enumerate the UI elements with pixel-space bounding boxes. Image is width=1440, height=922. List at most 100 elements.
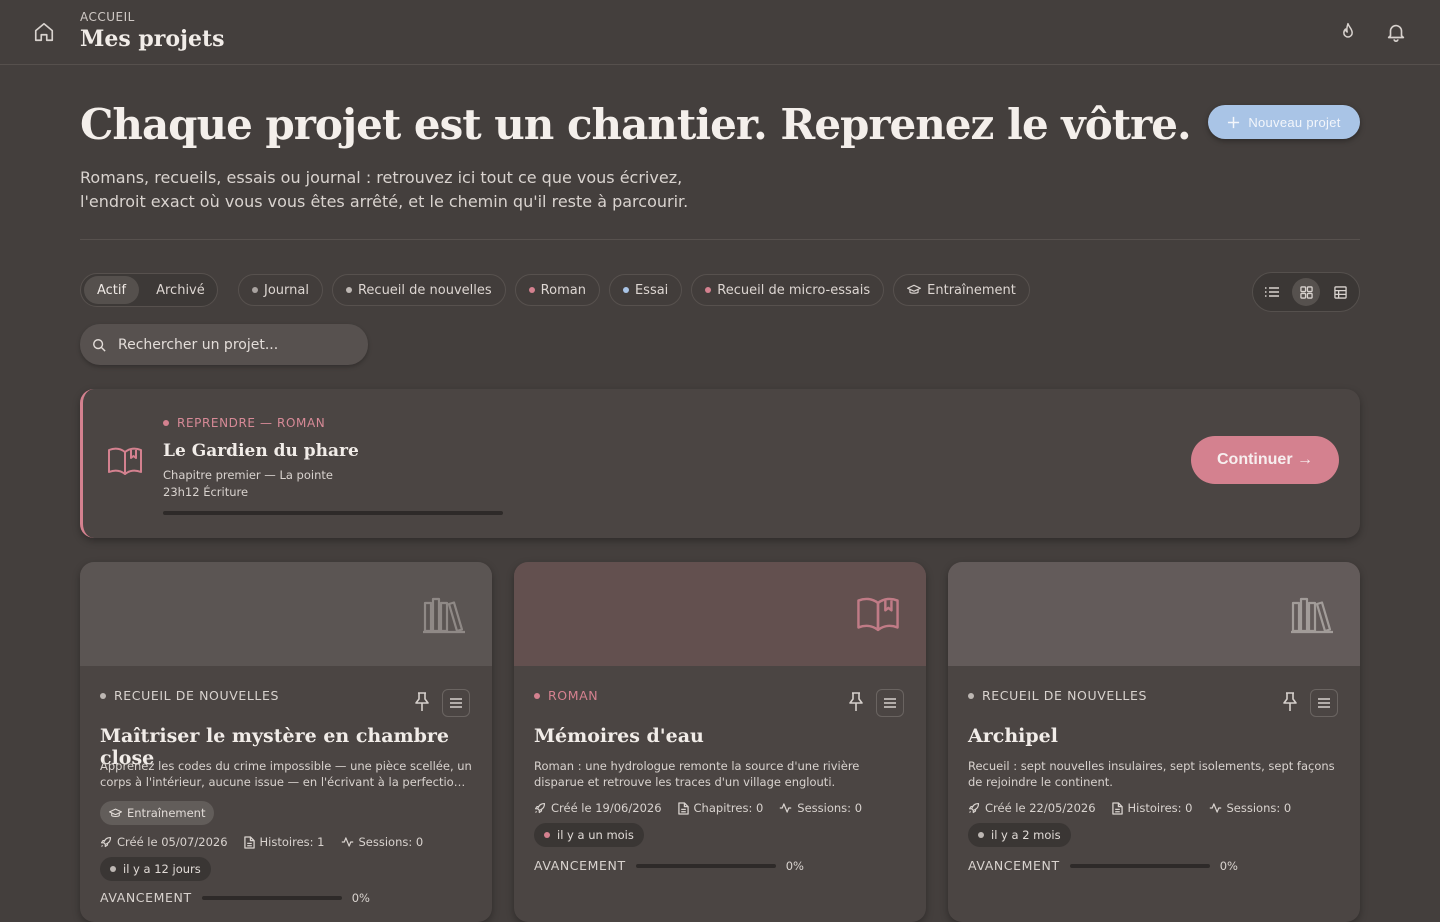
bookshelf-icon	[422, 594, 466, 636]
meta-count-label: Histoires: 1	[259, 835, 325, 849]
meta-count-label: Chapitres: 0	[693, 801, 764, 815]
last-activity-label: il y a un mois	[557, 828, 634, 842]
genre-dot	[622, 287, 629, 293]
genre-dot	[345, 287, 352, 293]
top-bar: ACCUEIL Mes projets	[0, 0, 1440, 65]
card-type: ROMAN	[534, 688, 598, 703]
progress-row: AVANCEMENT 0%	[100, 890, 370, 905]
filter-chip-roman[interactable]: Roman	[514, 274, 600, 306]
filter-chip-label: Recueil de nouvelles	[357, 282, 492, 298]
resume-banner: REPRENDRE — ROMAN Le Gardien du phare Ch…	[80, 389, 1360, 538]
home-icon[interactable]	[33, 21, 55, 43]
card-cover	[948, 562, 1360, 666]
genre-dot	[705, 287, 712, 293]
card-menu-button[interactable]	[1310, 689, 1338, 717]
progress-bar	[1069, 863, 1210, 868]
pin-icon[interactable]	[1282, 692, 1298, 712]
document-icon	[677, 801, 689, 815]
card-title[interactable]: Archipel	[968, 725, 1058, 747]
filter-chip-journal[interactable]: Journal	[238, 274, 323, 306]
continue-button[interactable]: Continuer →	[1191, 436, 1339, 484]
flame-icon[interactable]	[1338, 21, 1358, 43]
status-archived-button[interactable]: Archivé	[143, 276, 218, 304]
meta-sessions-label: Sessions: 0	[358, 835, 424, 849]
filter-chip-entrainement[interactable]: Entraînement	[893, 274, 1030, 306]
divider	[80, 239, 1360, 240]
meta-count: Histoires: 0	[1111, 801, 1193, 815]
training-tag-label: Entraînement	[127, 806, 206, 820]
last-activity-label: il y a 12 jours	[123, 862, 201, 876]
meta-sessions: Sessions: 0	[1209, 801, 1292, 815]
filter-chip-essai[interactable]: Essai	[608, 274, 683, 306]
status-active-button[interactable]: Actif	[84, 276, 140, 304]
grid-view-icon[interactable]	[1292, 278, 1320, 306]
meta-count: Chapitres: 0	[677, 801, 764, 815]
genre-dot	[163, 420, 169, 426]
card-cover	[514, 562, 926, 666]
filter-chip-label: Recueil de micro-essais	[717, 282, 871, 298]
card-description: Roman : une hydrologue remonte la source…	[534, 759, 860, 789]
hero-subtitle-line: Romans, recueils, essais ou journal : re…	[80, 168, 683, 187]
hero-subtitle: Romans, recueils, essais ou journal : re…	[80, 166, 780, 214]
card-menu-button[interactable]	[442, 689, 470, 717]
plus-icon	[1227, 116, 1240, 129]
rocket-icon	[534, 802, 546, 814]
card-meta: Créé le 05/07/2026 Histoires: 1 Sessions…	[100, 835, 423, 849]
card-type-label: RECUEIL DE NOUVELLES	[982, 688, 1148, 703]
activity-dot	[544, 832, 550, 838]
card-title[interactable]: Mémoires d'eau	[534, 725, 704, 747]
filter-chip-recueil-nouvelles[interactable]: Recueil de nouvelles	[331, 274, 506, 306]
filter-chip-label: Essai	[634, 282, 669, 298]
document-icon	[243, 835, 255, 849]
graduation-cap-icon	[907, 284, 922, 296]
hero-title: Chaque projet est un chantier. Reprenez …	[80, 100, 1192, 149]
breadcrumb[interactable]: ACCUEIL	[80, 10, 135, 24]
resume-progress-bar	[163, 511, 503, 515]
card-menu-button[interactable]	[876, 689, 904, 717]
project-card[interactable]: RECUEIL DE NOUVELLES Archipel Recueil : …	[948, 562, 1360, 922]
table-view-icon[interactable]	[1326, 278, 1354, 306]
open-book-icon	[856, 594, 900, 636]
document-icon	[1111, 801, 1123, 815]
page-title: Mes projets	[80, 26, 225, 52]
last-activity-badge: il y a 2 mois	[968, 823, 1071, 847]
progress-label: AVANCEMENT	[100, 890, 192, 905]
search-icon	[92, 338, 106, 352]
new-project-button[interactable]: Nouveau projet	[1208, 105, 1360, 139]
meta-created: Créé le 05/07/2026	[100, 835, 228, 849]
progress-percent: 0%	[785, 858, 804, 873]
list-view-icon[interactable]	[1258, 278, 1286, 306]
pin-icon[interactable]	[848, 692, 864, 712]
resume-title[interactable]: Le Gardien du phare	[163, 441, 359, 461]
progress-percent: 0%	[351, 890, 370, 905]
filter-chip-label: Journal	[264, 282, 309, 298]
genre-dot	[528, 287, 535, 293]
project-card[interactable]: RECUEIL DE NOUVELLES Maîtriser le mystèr…	[80, 562, 492, 922]
card-description: Recueil : sept nouvelles insulaires, sep…	[968, 759, 1335, 789]
genre-dot	[968, 692, 974, 699]
progress-percent: 0%	[1219, 858, 1238, 873]
bookshelf-icon	[1290, 594, 1334, 636]
new-project-label: Nouveau projet	[1248, 114, 1341, 130]
card-type-label: ROMAN	[548, 688, 599, 703]
pin-icon[interactable]	[414, 692, 430, 712]
rocket-icon	[968, 802, 980, 814]
resume-kicker: REPRENDRE — ROMAN	[163, 416, 325, 430]
graduation-cap-icon	[109, 808, 122, 819]
last-activity-badge: il y a un mois	[534, 823, 644, 847]
card-meta: Créé le 19/06/2026 Chapitres: 0 Sessions…	[534, 801, 862, 815]
card-description: Apprenez les codes du crime impossible —…	[100, 759, 472, 789]
meta-created-label: Créé le 05/07/2026	[117, 835, 228, 849]
project-card[interactable]: ROMAN Mémoires d'eau Roman : une hydrolo…	[514, 562, 926, 922]
card-meta: Créé le 22/05/2026 Histoires: 0 Sessions…	[968, 801, 1291, 815]
meta-count: Histoires: 1	[243, 835, 325, 849]
card-cover	[80, 562, 492, 666]
bell-icon[interactable]	[1385, 21, 1407, 43]
search-input[interactable]	[116, 335, 350, 354]
training-tag: Entraînement	[100, 801, 215, 825]
meta-sessions-label: Sessions: 0	[797, 801, 863, 815]
filter-chip-micro-essais[interactable]: Recueil de micro-essais	[691, 274, 885, 306]
meta-sessions: Sessions: 0	[341, 835, 424, 849]
rocket-icon	[100, 836, 112, 848]
meta-sessions-label: Sessions: 0	[1226, 801, 1292, 815]
